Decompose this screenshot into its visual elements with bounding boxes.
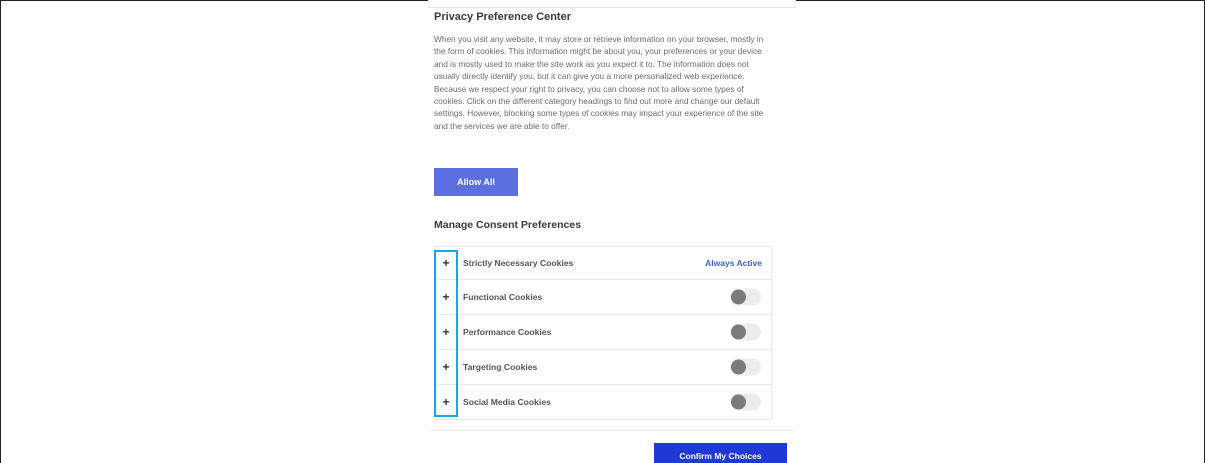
category-label: Performance Cookies: [463, 327, 552, 337]
category-social-media[interactable]: + Social Media Cookies: [435, 384, 771, 419]
category-targeting[interactable]: + Targeting Cookies: [435, 349, 771, 384]
manage-consent-title: Manage Consent Preferences: [434, 219, 582, 231]
panel-description: When you visit any website, it may store…: [434, 34, 764, 131]
toggle-knob: [731, 359, 746, 375]
category-label: Strictly Necessary Cookies: [463, 258, 574, 268]
functional-cookies-toggle[interactable]: [730, 288, 761, 306]
confirm-my-choices-button[interactable]: Confirm My Choices: [654, 443, 787, 463]
category-label: Targeting Cookies: [463, 362, 538, 372]
category-strictly-necessary[interactable]: + Strictly Necessary Cookies Always Acti…: [435, 247, 771, 279]
consent-category-list: + Strictly Necessary Cookies Always Acti…: [434, 246, 772, 420]
plus-icon[interactable]: +: [435, 256, 457, 270]
targeting-cookies-toggle[interactable]: [730, 358, 761, 376]
social-media-cookies-toggle[interactable]: [730, 393, 761, 411]
toggle-knob: [731, 289, 746, 305]
allow-all-button[interactable]: Allow All: [434, 168, 518, 196]
panel-title: Privacy Preference Center: [434, 11, 571, 23]
performance-cookies-toggle[interactable]: [730, 323, 761, 341]
footer-divider: [428, 430, 796, 431]
category-performance[interactable]: + Performance Cookies: [435, 314, 771, 349]
privacy-preference-panel: Privacy Preference Center When you visit…: [428, 0, 796, 463]
plus-icon[interactable]: +: [435, 325, 457, 339]
plus-icon[interactable]: +: [435, 360, 457, 374]
category-functional[interactable]: + Functional Cookies: [435, 279, 771, 314]
toggle-knob: [731, 324, 746, 340]
plus-icon[interactable]: +: [435, 290, 457, 304]
category-label: Functional Cookies: [463, 292, 543, 302]
plus-icon[interactable]: +: [435, 395, 457, 409]
category-label: Social Media Cookies: [463, 397, 551, 407]
always-active-status: Always Active: [705, 258, 762, 268]
toggle-knob: [731, 394, 746, 410]
